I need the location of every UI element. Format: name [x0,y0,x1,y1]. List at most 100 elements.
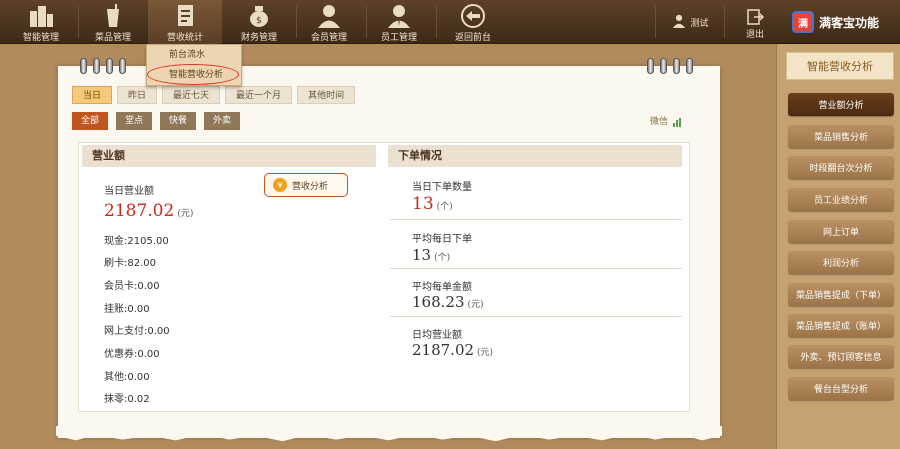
wechat-link-label: 微信 [650,117,669,127]
date-range-tabs: 当日 昨日 最近七天 最近一个月 其他时间 [72,86,356,104]
breakdown-rounding: 抹零:0.02 [104,394,150,405]
binder-ring [106,58,113,74]
user-info[interactable]: 测试 [664,0,714,44]
date-tab-today[interactable]: 当日 [72,86,113,104]
date-tab-last-month[interactable]: 最近一个月 [225,86,293,104]
nav-label: 菜品管理 [94,33,131,43]
logout-label: 退出 [745,30,764,40]
drink-icon [98,3,128,29]
logout-icon [746,8,765,26]
sidebar-item-takeout-customer-info[interactable]: 外卖、预订顾客信息 [788,345,894,368]
sidebar-item-table-type-analysis[interactable]: 餐台台型分析 [788,377,894,400]
avg-order-amount-value: 168.23 (元) [412,293,484,311]
sidebar-item-dish-commission-order[interactable]: 菜品销售提成（下单） [788,283,894,306]
nav-finance-management[interactable]: $ 财务管理 [222,0,296,44]
avg-daily-revenue-label: 日均营业额 [412,330,462,341]
member-icon [314,3,344,29]
dropdown-item-smart-revenue-analysis[interactable]: 智能营收分析 [147,65,241,85]
binder-rings-left [80,58,126,74]
nav-dish-management[interactable]: 菜品管理 [76,0,150,44]
breakdown-other: 其他:0.00 [104,372,150,383]
bar-chart-icon [672,117,682,127]
divider [390,268,682,269]
buildings-icon [26,3,56,29]
nav-label: 营收统计 [166,33,203,43]
binder-rings-right [647,58,693,74]
breakdown-member-card: 会员卡:0.00 [104,281,160,292]
sidebar-item-revenue-analysis[interactable]: 营业额分析 [788,93,894,116]
brand-logo: 满 [792,11,814,33]
nav-divider [655,6,656,38]
avg-daily-orders-value: 13 (个) [412,246,451,264]
svg-text:$: $ [256,16,262,26]
back-arrow-icon [458,3,488,29]
nav-label: 返回前台 [454,33,491,43]
sidebar-item-online-orders[interactable]: 网上订单 [788,220,894,243]
avg-order-amount-label: 平均每单金额 [412,282,472,293]
nav-revenue-stats[interactable]: 营收统计 [148,0,222,44]
top-nav-bar: 智能管理 菜品管理 营收统计 $ 财务管理 会员管理 员工管理 返回前台 测试 … [0,0,900,44]
binder-ring [93,58,100,74]
breakdown-card: 刷卡:82.00 [104,258,157,269]
sidebar-title: 智能营收分析 [786,52,894,80]
user-icon [670,14,688,32]
filter-tab-all[interactable]: 全部 [72,112,109,130]
binder-ring [660,58,667,74]
sidebar-item-staff-performance[interactable]: 员工业绩分析 [788,188,894,211]
brand-name: 满客宝功能 [819,15,880,30]
today-revenue-label: 当日营业额 [104,186,154,197]
yen-icon: ¥ [273,178,287,192]
divider [390,316,682,317]
nav-label: 会员管理 [310,33,347,43]
avg-daily-revenue-value: 2187.02 (元) [412,341,494,359]
today-revenue-value: 2187.02 (元) [104,201,193,221]
order-type-tabs: 全部 堂点 快餐 外卖 [72,112,241,130]
binder-ring [80,58,87,74]
revenue-stats-dropdown: 前台流水 智能营收分析 [146,44,242,86]
logout-button[interactable]: 退出 [736,0,774,44]
wechat-chart-link[interactable]: 微信 [650,114,682,127]
avg-daily-orders-label: 平均每日下单 [412,234,472,245]
date-tab-last-7-days[interactable]: 最近七天 [162,86,221,104]
user-name: 测试 [690,18,709,29]
nav-back-to-front[interactable]: 返回前台 [436,0,510,44]
nav-smart-management[interactable]: 智能管理 [4,0,78,44]
sidebar-item-profit-analysis[interactable]: 利润分析 [788,251,894,274]
date-tab-other-time[interactable]: 其他时间 [297,86,356,104]
nav-label: 财务管理 [240,33,277,43]
binder-ring [119,58,126,74]
filter-tab-fast-food[interactable]: 快餐 [160,112,197,130]
orders-today-label: 当日下单数量 [412,182,472,193]
breakdown-on-account: 挂账:0.00 [104,304,150,315]
document-icon [170,3,200,29]
sidebar-item-dish-sales-analysis[interactable]: 菜品销售分析 [788,125,894,148]
nav-staff-management[interactable]: 员工管理 [362,0,436,44]
date-tab-yesterday[interactable]: 昨日 [117,86,158,104]
orders-section-title: 下单情况 [388,145,682,167]
money-bag-icon: $ [244,3,274,29]
brand: 满 满客宝功能 [778,0,900,44]
dropdown-item-front-desk-flow[interactable]: 前台流水 [147,45,241,65]
nav-divider [724,6,725,38]
orders-today-value: 13 (个) [412,194,453,214]
breakdown-coupon: 优惠券:0.00 [104,349,160,360]
nav-label: 员工管理 [380,33,417,43]
binder-ring [647,58,654,74]
breakdown-cash: 现金:2105.00 [104,236,169,247]
paper-torn-edge [56,426,722,442]
content-box [78,142,690,412]
unit-label: (元) [177,209,194,219]
nav-member-management[interactable]: 会员管理 [292,0,366,44]
sidebar-item-dish-commission-bill[interactable]: 菜品销售提成（账单） [788,314,894,337]
staff-icon [384,3,414,29]
breakdown-online-pay: 网上支付:0.00 [104,326,170,337]
nav-label: 智能管理 [22,33,59,43]
filter-tab-dine-in[interactable]: 堂点 [116,112,153,130]
revenue-analysis-button[interactable]: ¥ 营收分析 [264,173,348,197]
today-revenue-amount: 2187.02 [104,201,175,221]
revenue-analysis-label: 营收分析 [292,181,329,192]
divider [390,219,682,220]
filter-tab-takeout[interactable]: 外卖 [204,112,241,130]
binder-ring [686,58,693,74]
sidebar-item-table-turnover-analysis[interactable]: 时段翻台次分析 [788,156,894,179]
